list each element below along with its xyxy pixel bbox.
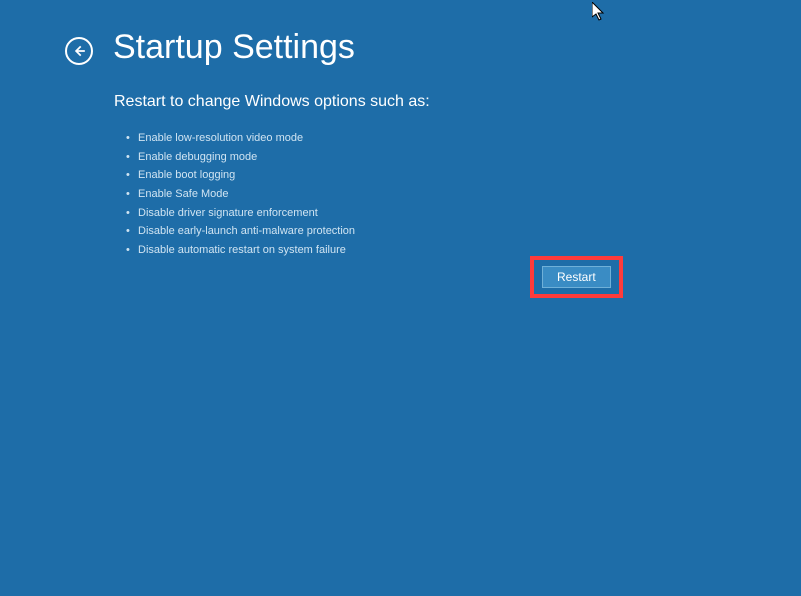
list-item: Disable automatic restart on system fail… [128,241,801,260]
restart-button[interactable]: Restart [542,266,611,288]
list-item: Disable driver signature enforcement [128,204,801,223]
content-area: Restart to change Windows options such a… [0,67,801,260]
list-item: Enable low-resolution video mode [128,129,801,148]
arrow-left-icon [72,44,86,58]
list-item: Disable early-launch anti-malware protec… [128,222,801,241]
list-item: Enable boot logging [128,166,801,185]
subtitle: Restart to change Windows options such a… [114,93,801,111]
header: Startup Settings [0,0,801,67]
options-list: Enable low-resolution video mode Enable … [114,129,801,260]
restart-container: Restart [530,256,623,298]
page-title: Startup Settings [113,28,355,67]
back-button[interactable] [65,37,93,65]
list-item: Enable debugging mode [128,148,801,167]
highlight-annotation: Restart [530,256,623,298]
list-item: Enable Safe Mode [128,185,801,204]
